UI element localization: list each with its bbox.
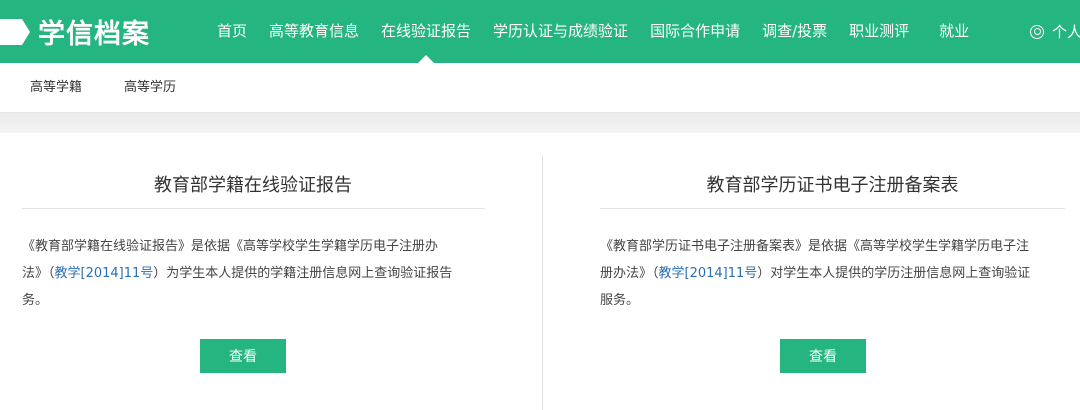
card-description: 《教育部学籍在线验证报告》是依据《高等学校学生学籍学历电子注册办 法》（教学[2… <box>22 233 492 314</box>
desc-text: 服务。 <box>600 293 640 308</box>
card-enrollment-report: 教育部学籍在线验证报告 《教育部学籍在线验证报告》是依据《高等学校学生学籍学历电… <box>0 133 542 410</box>
nav-item-survey-vote[interactable]: 调查/投票 <box>751 0 838 63</box>
nav-item-employment[interactable]: 就业 <box>928 0 980 63</box>
card-description: 《教育部学历证书电子注册备案表》是依据《高等学校学生学籍学历电子注 册办法》（教… <box>600 233 1078 314</box>
nav-item-degree-certification[interactable]: 学历认证与成绩验证 <box>482 0 639 63</box>
user-label: 个人 <box>1052 23 1080 41</box>
nav-item-international-cooperation[interactable]: 国际合作申请 <box>639 0 751 63</box>
regulation-link[interactable]: 教学[2014]11号 <box>55 266 154 281</box>
logo-icon <box>0 18 30 45</box>
card-title: 教育部学历证书电子注册备案表 <box>706 175 959 196</box>
desc-text: ）对学生本人提供的学历注册信息网上查询验证 <box>757 266 1031 281</box>
section-separator <box>0 113 1080 133</box>
site-logo[interactable]: 学信档案 <box>0 0 150 63</box>
desc-text: 《教育部学籍在线验证报告》是依据《高等学校学生学籍学历电子注册办 <box>22 239 439 254</box>
top-bar: 学信档案 首页 高等教育信息 在线验证报告 学历认证与成绩验证 国际合作申请 调… <box>0 0 1080 63</box>
regulation-link[interactable]: 教学[2014]11号 <box>659 266 758 281</box>
desc-text: ）为学生本人提供的学籍注册信息网上查询验证报告 <box>153 266 453 281</box>
card-degree-record-form: 教育部学历证书电子注册备案表 《教育部学历证书电子注册备案表》是依据《高等学校学… <box>543 133 1080 410</box>
desc-text: 务。 <box>22 293 49 308</box>
desc-text: 法》（ <box>22 266 55 281</box>
user-icon <box>1030 24 1044 39</box>
desc-text: 《教育部学历证书电子注册备案表》是依据《高等学校学生学籍学历电子注 <box>600 239 1030 254</box>
card-title: 教育部学籍在线验证报告 <box>154 175 352 196</box>
sub-nav: 高等学籍 高等学历 <box>0 63 1080 113</box>
nav-item-higher-education-info[interactable]: 高等教育信息 <box>258 0 370 63</box>
main-nav: 首页 高等教育信息 在线验证报告 学历认证与成绩验证 国际合作申请 调查/投票 … <box>206 0 980 63</box>
nav-item-online-verification-report[interactable]: 在线验证报告 <box>370 0 482 63</box>
nav-item-career-assessment[interactable]: 职业测评 <box>838 0 920 63</box>
user-menu[interactable]: 个人 <box>1030 0 1080 63</box>
view-button[interactable]: 查看 <box>200 339 286 373</box>
desc-text: 册办法》（ <box>600 266 659 281</box>
nav-item-home[interactable]: 首页 <box>206 0 258 63</box>
card-title-rule <box>600 208 1065 209</box>
subnav-item-higher-enrollment[interactable]: 高等学籍 <box>30 63 82 113</box>
view-button[interactable]: 查看 <box>780 339 866 373</box>
card-title-rule <box>22 208 485 209</box>
subnav-item-higher-degree[interactable]: 高等学历 <box>124 63 176 113</box>
logo-text: 学信档案 <box>38 19 150 50</box>
